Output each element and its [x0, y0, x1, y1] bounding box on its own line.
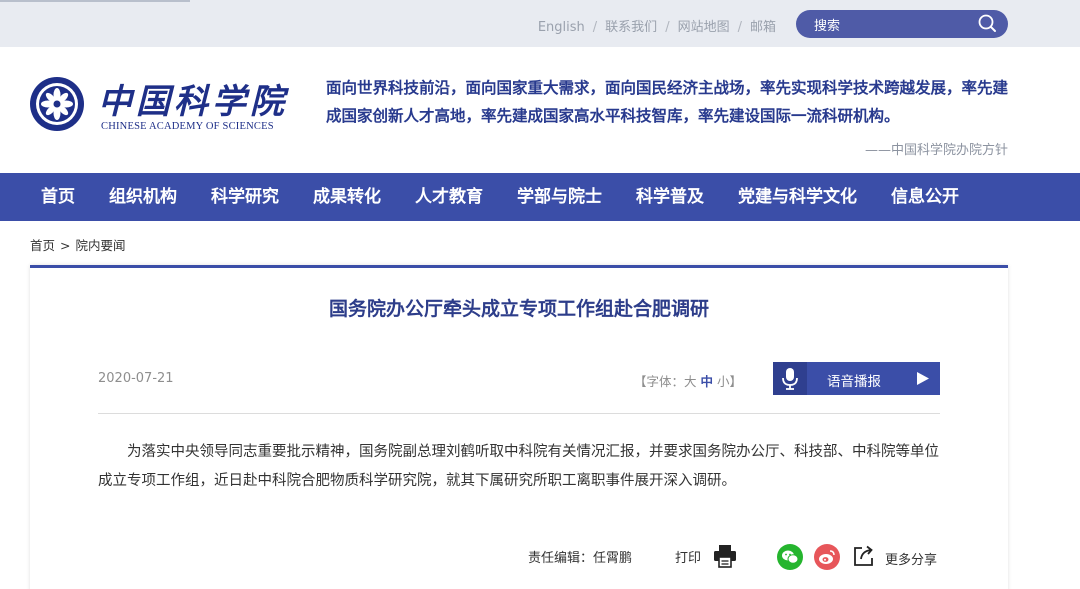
article-date: 2020-07-21 — [98, 371, 174, 386]
search-input[interactable]: 搜索 — [796, 10, 1008, 38]
share-more-button[interactable]: 更多分享 — [885, 549, 937, 568]
motto-source: ——中国科学院办院方针 — [864, 143, 1008, 158]
nav-item-academicians[interactable]: 学部与院士 — [500, 173, 619, 221]
print-button[interactable]: 打印 — [675, 547, 701, 566]
institute-motto: 面向世界科技前沿，面向国家重大需求，面向国民经济主战场，率先实现科学技术跨越发展… — [326, 79, 1009, 125]
font-size-selector: 【字体：大 中 小】 — [634, 371, 742, 390]
article-divider — [98, 413, 940, 414]
breadcrumb-home[interactable]: 首页 — [30, 238, 55, 253]
font-size-open: 【字体： — [634, 374, 685, 389]
weibo-icon — [819, 550, 835, 564]
top-link-separator: / — [592, 20, 598, 35]
logo-chinese-name[interactable]: 中国科学院 — [98, 74, 288, 123]
article-body: 为落实中央领导同志重要批示精神，国务院副总理刘鹤听取中科院有关情况汇报，并要求国… — [98, 444, 939, 489]
microphone-icon — [782, 368, 798, 390]
english-link[interactable]: English — [538, 20, 585, 35]
nav-item-innovation[interactable]: 成果转化 — [296, 173, 398, 221]
top-link-separator: / — [665, 20, 670, 35]
search-icon[interactable] — [976, 13, 998, 35]
logo-english-name[interactable]: CHINESE ACADEMY OF SCIENCES — [101, 121, 274, 132]
share-more-icon[interactable] — [852, 544, 876, 568]
font-size-close: 】 — [729, 374, 743, 389]
mailbox-link[interactable]: 邮箱 — [750, 20, 776, 35]
nav-item-home[interactable]: 首页 — [24, 173, 92, 221]
nav-item-research[interactable]: 科学研究 — [194, 173, 296, 221]
audio-playback-label: 语音播报 — [827, 374, 881, 390]
top-links: English / 联系我们 / 网站地图 / 邮箱 — [538, 16, 776, 35]
top-link-separator: / — [737, 20, 742, 35]
play-icon — [917, 372, 929, 385]
top-bar: English / 联系我们 / 网站地图 / 邮箱 搜索 — [0, 0, 1080, 47]
weibo-share-button[interactable] — [814, 544, 840, 570]
main-navigation: 首页 组织机构 科学研究 成果转化 人才教育 学部与院士 科学普及 党建与科学文… — [0, 173, 1080, 221]
breadcrumb-separator: > — [60, 238, 71, 253]
responsible-editor: 责任编辑：任霄鹏 — [528, 551, 633, 566]
article-card: 国务院办公厅牵头成立专项工作组赴合肥调研 2020-07-21 【字体：大 中 … — [30, 265, 1008, 589]
search-label: 搜索 — [814, 19, 841, 34]
nav-item-party-culture[interactable]: 党建与科学文化 — [721, 173, 874, 221]
printer-icon[interactable] — [712, 544, 738, 568]
contact-link[interactable]: 联系我们 — [605, 20, 657, 35]
nav-item-popular-science[interactable]: 科学普及 — [619, 173, 721, 221]
cas-logo-emblem-icon[interactable] — [28, 75, 86, 133]
font-size-big-button[interactable]: 大 — [684, 374, 697, 389]
font-size-small-button[interactable]: 小 — [717, 374, 730, 389]
top-accent-line — [0, 0, 190, 2]
font-size-mid-button[interactable]: 中 — [701, 374, 714, 389]
audio-playback-button[interactable]: 语音播报 — [773, 362, 940, 395]
sitemap-link[interactable]: 网站地图 — [678, 20, 730, 35]
wechat-share-button[interactable] — [777, 544, 803, 570]
article-title: 国务院办公厅牵头成立专项工作组赴合肥调研 — [328, 298, 709, 320]
nav-item-organization[interactable]: 组织机构 — [92, 173, 194, 221]
breadcrumb-current[interactable]: 院内要闻 — [76, 238, 126, 253]
wechat-icon — [782, 550, 799, 564]
nav-item-public-info[interactable]: 信息公开 — [874, 173, 976, 221]
breadcrumb: 首页 > 院内要闻 — [30, 235, 126, 254]
nav-item-education[interactable]: 人才教育 — [398, 173, 500, 221]
